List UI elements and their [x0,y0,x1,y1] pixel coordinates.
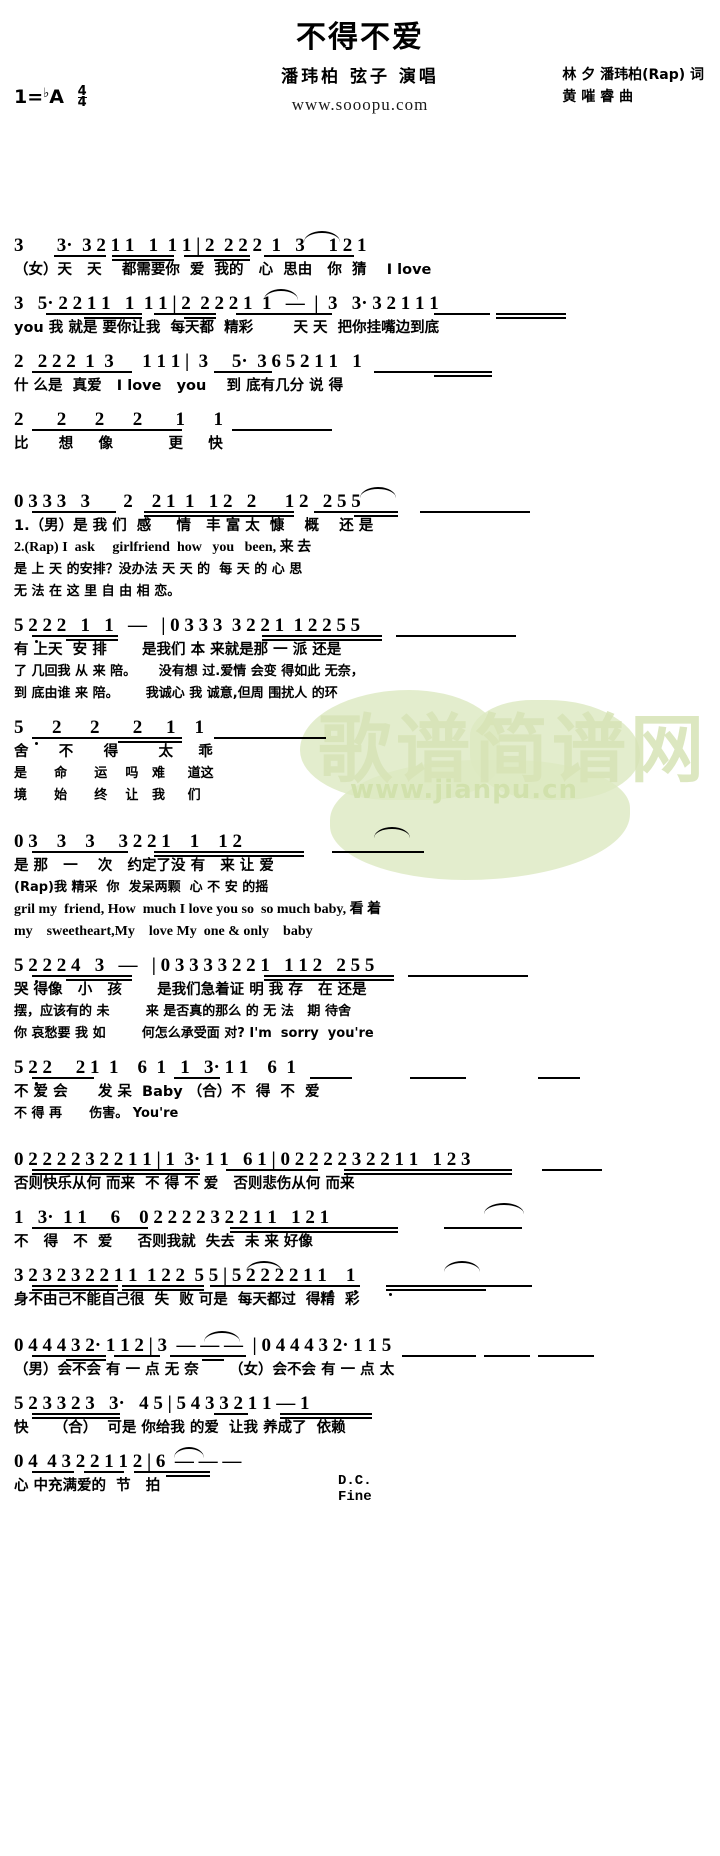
time-denominator: 4 [77,95,87,110]
staff-system-7: 5 2 2 2 1 1 舍 不 得 太 乖 是 命 运 吗 难 道这 境 始 终… [14,715,706,807]
lyric-row-verse2: 摆，应该有的 未 来 是否真的那么 的 无 法 期 待舍 [14,1004,351,1019]
staff-system-1: 3 3· 3 2 1 1 1 1 1 | 2 2 2 2 1 3 1 2 1 （… [14,231,706,281]
lyric-row: 比 想 像 更 快 [14,436,223,452]
staff-system-12: 1 3· 1 1 6 0 2 2 2 2 3 2 2 1 1 1 2 1 不 得… [14,1203,706,1253]
lyric-row: 否则快乐从何 而来 不 得 不 爱 否则悲伤从何 而来 [14,1176,355,1192]
lyric-row-verse2: 不 得 再 伤害。 You're [14,1106,179,1121]
lyric-row: （女）天 天 都需要你 爱 我的 心 思由 你 猜 I love [14,262,432,278]
lyric-row: 不 得 不 爱 否则我就 失去 未 来 好像 [14,1234,313,1250]
lyric-row-verse2: 是 命 运 吗 难 道这 [14,766,214,781]
fine-label: Fine [338,1489,372,1505]
lyric-row: 快 （合） 可是 你给我 的爱 让我 养成了 依赖 [14,1420,346,1436]
staff-system-3: 2 2 2 2 1 3 1 1 1 | 3 5· 3 6 5 2 1 1 1 什… [14,349,706,397]
lyric-row-verse4: 无 法 在 这 里 自 由 相 恋。 [14,584,181,599]
lyric-row: 什 么是 真爱 I love you 到 底有几分 说 得 [14,378,344,394]
lyric-row-verse2: 了 几回我 从 来 陪。 没有想 过.爱情 会变 得如此 无奈， [14,664,364,679]
sheet-music-page: 不得不爱 潘玮柏 弦子 演唱 www.sooopu.com 林 夕 潘玮柏(Ra… [0,0,720,1505]
lyric-row-verse3: 你 哀愁要 我 如 何怎么承受面 对? I'm sorry you're [14,1026,374,1041]
dc-label: D.C. [338,1473,372,1489]
lyric-row-verse1: 不 爱 会 发 呆 Baby （合）不 得 不 爱 [14,1084,320,1100]
staff-system-14: 0 4 4 4 3 2· 1 1 2 | 3 — — — | 0 4 4 4 3… [14,1331,706,1381]
page-title: 不得不爱 [296,20,424,55]
lyric-row-verse1: 哭 得像 小 孩 是我们急着证 明 我 存 在 还是 [14,982,367,998]
lyric-row-verse4-english: my sweetheart,My love My one & only baby [14,924,313,939]
credits-block: 林 夕 潘玮柏(Rap) 词 黄 嗺 睿 曲 [562,64,704,108]
key-letter: A [49,86,64,108]
lyric-row-verse2-rap: 2.(Rap) I ask girlfriend how you been, 来… [14,540,312,555]
staff-system-6: 5 2 2 2 1 1 — | 0 3 3 3 3 2 2 1 1 2 2 5 … [14,613,706,705]
credit-lyricist: 林 夕 潘玮柏(Rap) 词 [562,67,704,83]
key-prefix: 1= [14,86,44,108]
staff-system-10: 5 2 2 2 1 1 6 1 1 3· 1 1 6 1 不 爱 会 发 呆 B… [14,1055,706,1125]
staff-system-16: 0 4 4 3 2 2 1 1 2 | 6 — — — D.C. Fine 心 … [14,1447,706,1505]
staff-system-2: 3 5· 2 2 1 1 1 1 1 | 2 2 2 2 1 1 — | 3 3… [14,289,706,339]
lyric-row-verse1: 是 那 一 次 约定了没 有 来 让 爱 [14,858,274,874]
credit-composer: 黄 嗺 睿 曲 [562,89,633,105]
time-signature: 4 4 [77,85,87,110]
staff-system-8: 0 3 3 3 3 2 2 1 1 1 2 是 那 一 次 约定了没 有 来 让… [14,827,706,943]
lyric-row-verse3: 境 始 终 让 我 们 [14,788,201,803]
dc-fine-marking: D.C. Fine [338,1473,372,1505]
lyric-row: 身不由己不能自己很 失 败 可是 每天都过 得精 彩 [14,1292,360,1308]
staff-system-9: 5 2 2 2 4 3 — | 0 3 3 3 3 2 2 1 1 1 2 2 … [14,953,706,1045]
lyric-row-verse2-rap: (Rap)我 精采 你 发呆两颗 心 不 安 的摇 [14,880,269,895]
lyric-row-verse3: 是 上 天 的安排？没办法 天 天 的 每 天 的 心 思 [14,562,303,577]
staff-system-15: 5 2 3 3 2 3 3· 4 5 | 5 4 3 3 2 1 1 — 1 快… [14,1391,706,1439]
staff-system-11: 0 2 2 2 2 3 2 2 1 1 | 1 3· 1 1 6 1 | 0 2… [14,1147,706,1195]
lyric-row-verse3: 到 底由谁 来 陪。 我诚心 我 诚意,但周 围扰人 的环 [14,686,338,701]
lyric-row-verse1: 有 上天 安 排 是我们 本 来就是那 一 派 还是 [14,642,342,658]
key-signature: 1=♭A 4 4 [14,85,87,110]
staff-system-13: 3 2 3 2 3 2 2 1 1 1 2 2 5 5 | 5 2 2 2 2 … [14,1261,706,1311]
lyric-row-verse1: 舍 不 得 太 乖 [14,744,213,760]
staff-system-5: 0 3 3 3 3 2 2 1 1 1 2 2 1 2 2 5 5 1.（男）是… [14,487,706,603]
lyric-row: （男）会不会 有 一 点 无 奈 （女）会不会 有 一 点 太 [14,1362,395,1378]
lyric-row: you 我 就是 要你让我 每天都 精彩 天 天 把你挂嘴边到底 [14,320,440,336]
lyric-row-verse1: 1.（男）是 我 们 感 情 丰 富 太 慷 概 还 是 [14,518,374,534]
lyric-row-verse3-english: gril my friend, How much I love you so s… [14,902,382,917]
note-row: 5 2 2 2 1 1 6 1 1 3· 1 1 6 1 [14,1057,296,1078]
staff-system-4: 2 2 2 2 1 1 比 想 像 更 快 [14,407,706,455]
